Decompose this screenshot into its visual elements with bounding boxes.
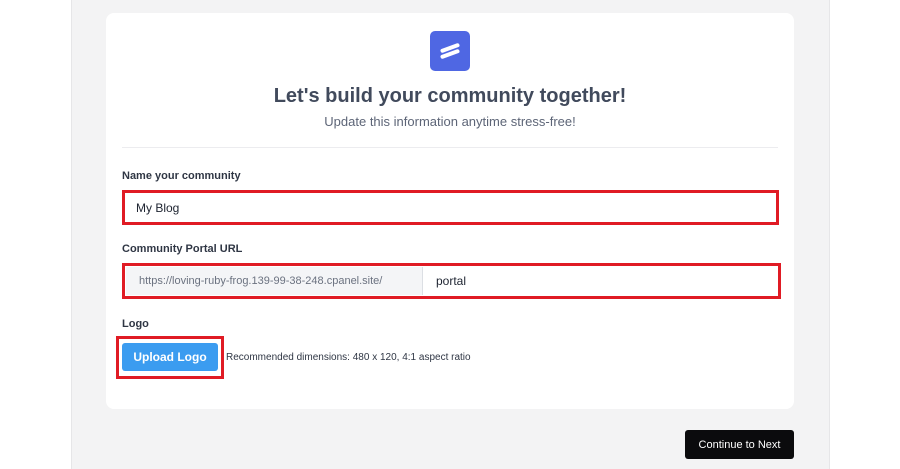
community-name-label: Name your community <box>122 170 241 182</box>
portal-url-prefix: https://loving-ruby-frog.139-99-38-248.c… <box>126 267 423 295</box>
logo-label: Logo <box>122 318 149 330</box>
portal-url-label: Community Portal URL <box>122 243 243 255</box>
page-title: Let's build your community together! <box>273 85 627 107</box>
header-divider <box>122 147 778 148</box>
setup-card: Let's build your community together! Upd… <box>106 13 794 409</box>
logo-dimensions-hint: Recommended dimensions: 480 x 120, 4:1 a… <box>226 352 471 363</box>
continue-next-button[interactable]: Continue to Next <box>685 430 794 459</box>
page-subtitle: Update this information anytime stress-f… <box>324 114 576 129</box>
community-name-input[interactable] <box>126 194 775 221</box>
portal-url-input[interactable] <box>424 267 777 295</box>
stripes-logo-icon <box>430 31 470 71</box>
upload-logo-button[interactable]: Upload Logo <box>122 343 218 371</box>
